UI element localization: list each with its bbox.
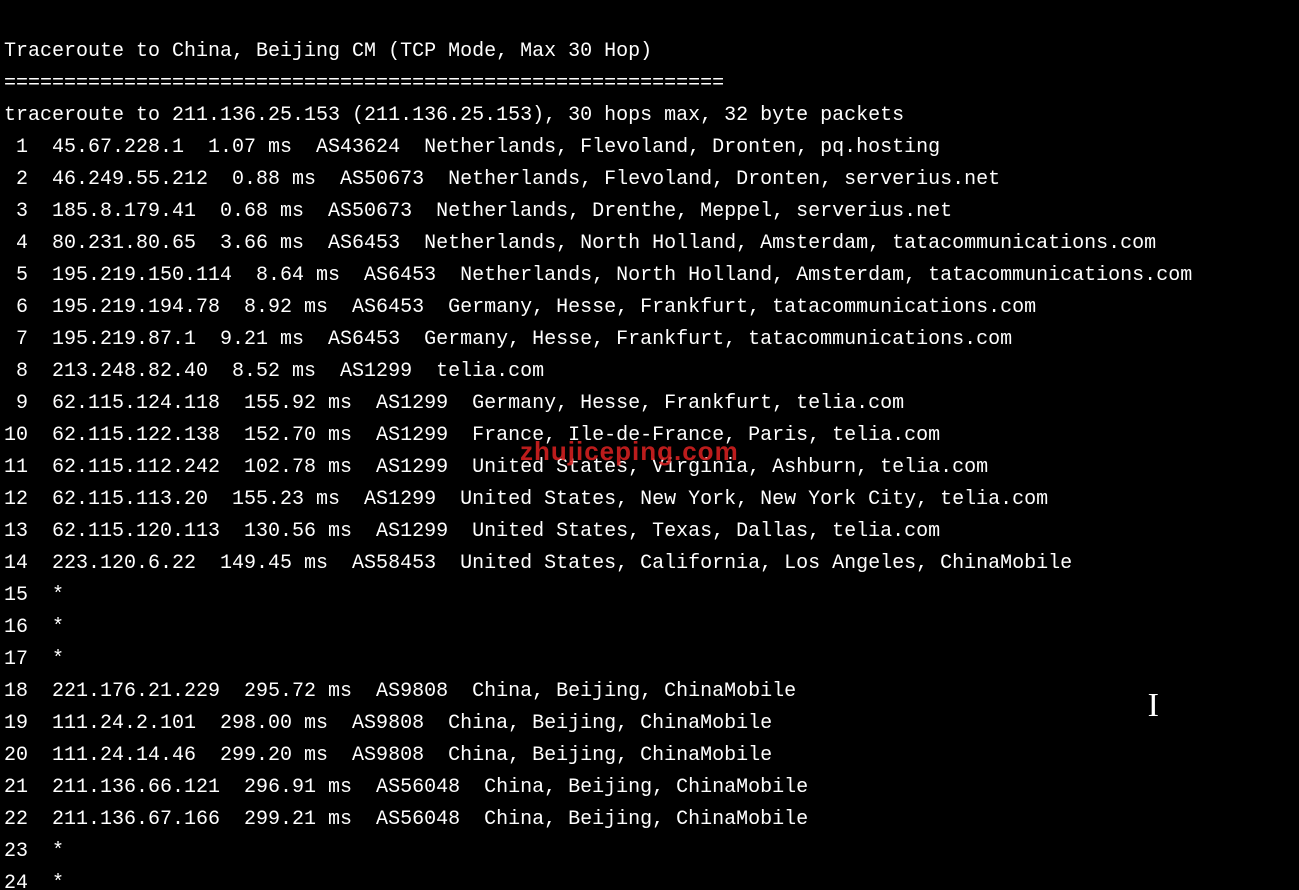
hop-row: 12 62.115.113.20 155.23 ms AS1299 United… bbox=[4, 488, 1048, 511]
hop-row: 21 211.136.66.121 296.91 ms AS56048 Chin… bbox=[4, 776, 808, 799]
hop-row: 19 111.24.2.101 298.00 ms AS9808 China, … bbox=[4, 712, 772, 735]
hop-row: 3 185.8.179.41 0.68 ms AS50673 Netherlan… bbox=[4, 200, 952, 223]
hop-row: 11 62.115.112.242 102.78 ms AS1299 Unite… bbox=[4, 456, 988, 479]
hop-row: 4 80.231.80.65 3.66 ms AS6453 Netherland… bbox=[4, 232, 1156, 255]
hop-row: 13 62.115.120.113 130.56 ms AS1299 Unite… bbox=[4, 520, 940, 543]
hop-row: 20 111.24.14.46 299.20 ms AS9808 China, … bbox=[4, 744, 772, 767]
hop-row: 5 195.219.150.114 8.64 ms AS6453 Netherl… bbox=[4, 264, 1192, 287]
hop-row: 18 221.176.21.229 295.72 ms AS9808 China… bbox=[4, 680, 796, 703]
hop-row: 15 * bbox=[4, 584, 64, 607]
terminal-output[interactable]: Traceroute to China, Beijing CM (TCP Mod… bbox=[0, 0, 1299, 890]
hop-row: 9 62.115.124.118 155.92 ms AS1299 German… bbox=[4, 392, 904, 415]
traceroute-title: Traceroute to China, Beijing CM (TCP Mod… bbox=[4, 40, 652, 63]
hop-row: 8 213.248.82.40 8.52 ms AS1299 telia.com bbox=[4, 360, 544, 383]
traceroute-subtitle: traceroute to 211.136.25.153 (211.136.25… bbox=[4, 104, 904, 127]
separator-line: ========================================… bbox=[4, 72, 724, 95]
hop-row: 7 195.219.87.1 9.21 ms AS6453 Germany, H… bbox=[4, 328, 1012, 351]
hop-row: 14 223.120.6.22 149.45 ms AS58453 United… bbox=[4, 552, 1072, 575]
hop-row: 10 62.115.122.138 152.70 ms AS1299 Franc… bbox=[4, 424, 940, 447]
hop-row: 2 46.249.55.212 0.88 ms AS50673 Netherla… bbox=[4, 168, 1000, 191]
hop-row: 1 45.67.228.1 1.07 ms AS43624 Netherland… bbox=[4, 136, 940, 159]
hop-row: 16 * bbox=[4, 616, 64, 639]
hop-row: 17 * bbox=[4, 648, 64, 671]
hop-row: 24 * bbox=[4, 872, 64, 890]
hop-row: 23 * bbox=[4, 840, 64, 863]
hops-list: 1 45.67.228.1 1.07 ms AS43624 Netherland… bbox=[4, 132, 1299, 890]
hop-row: 22 211.136.67.166 299.21 ms AS56048 Chin… bbox=[4, 808, 808, 831]
hop-row: 6 195.219.194.78 8.92 ms AS6453 Germany,… bbox=[4, 296, 1036, 319]
